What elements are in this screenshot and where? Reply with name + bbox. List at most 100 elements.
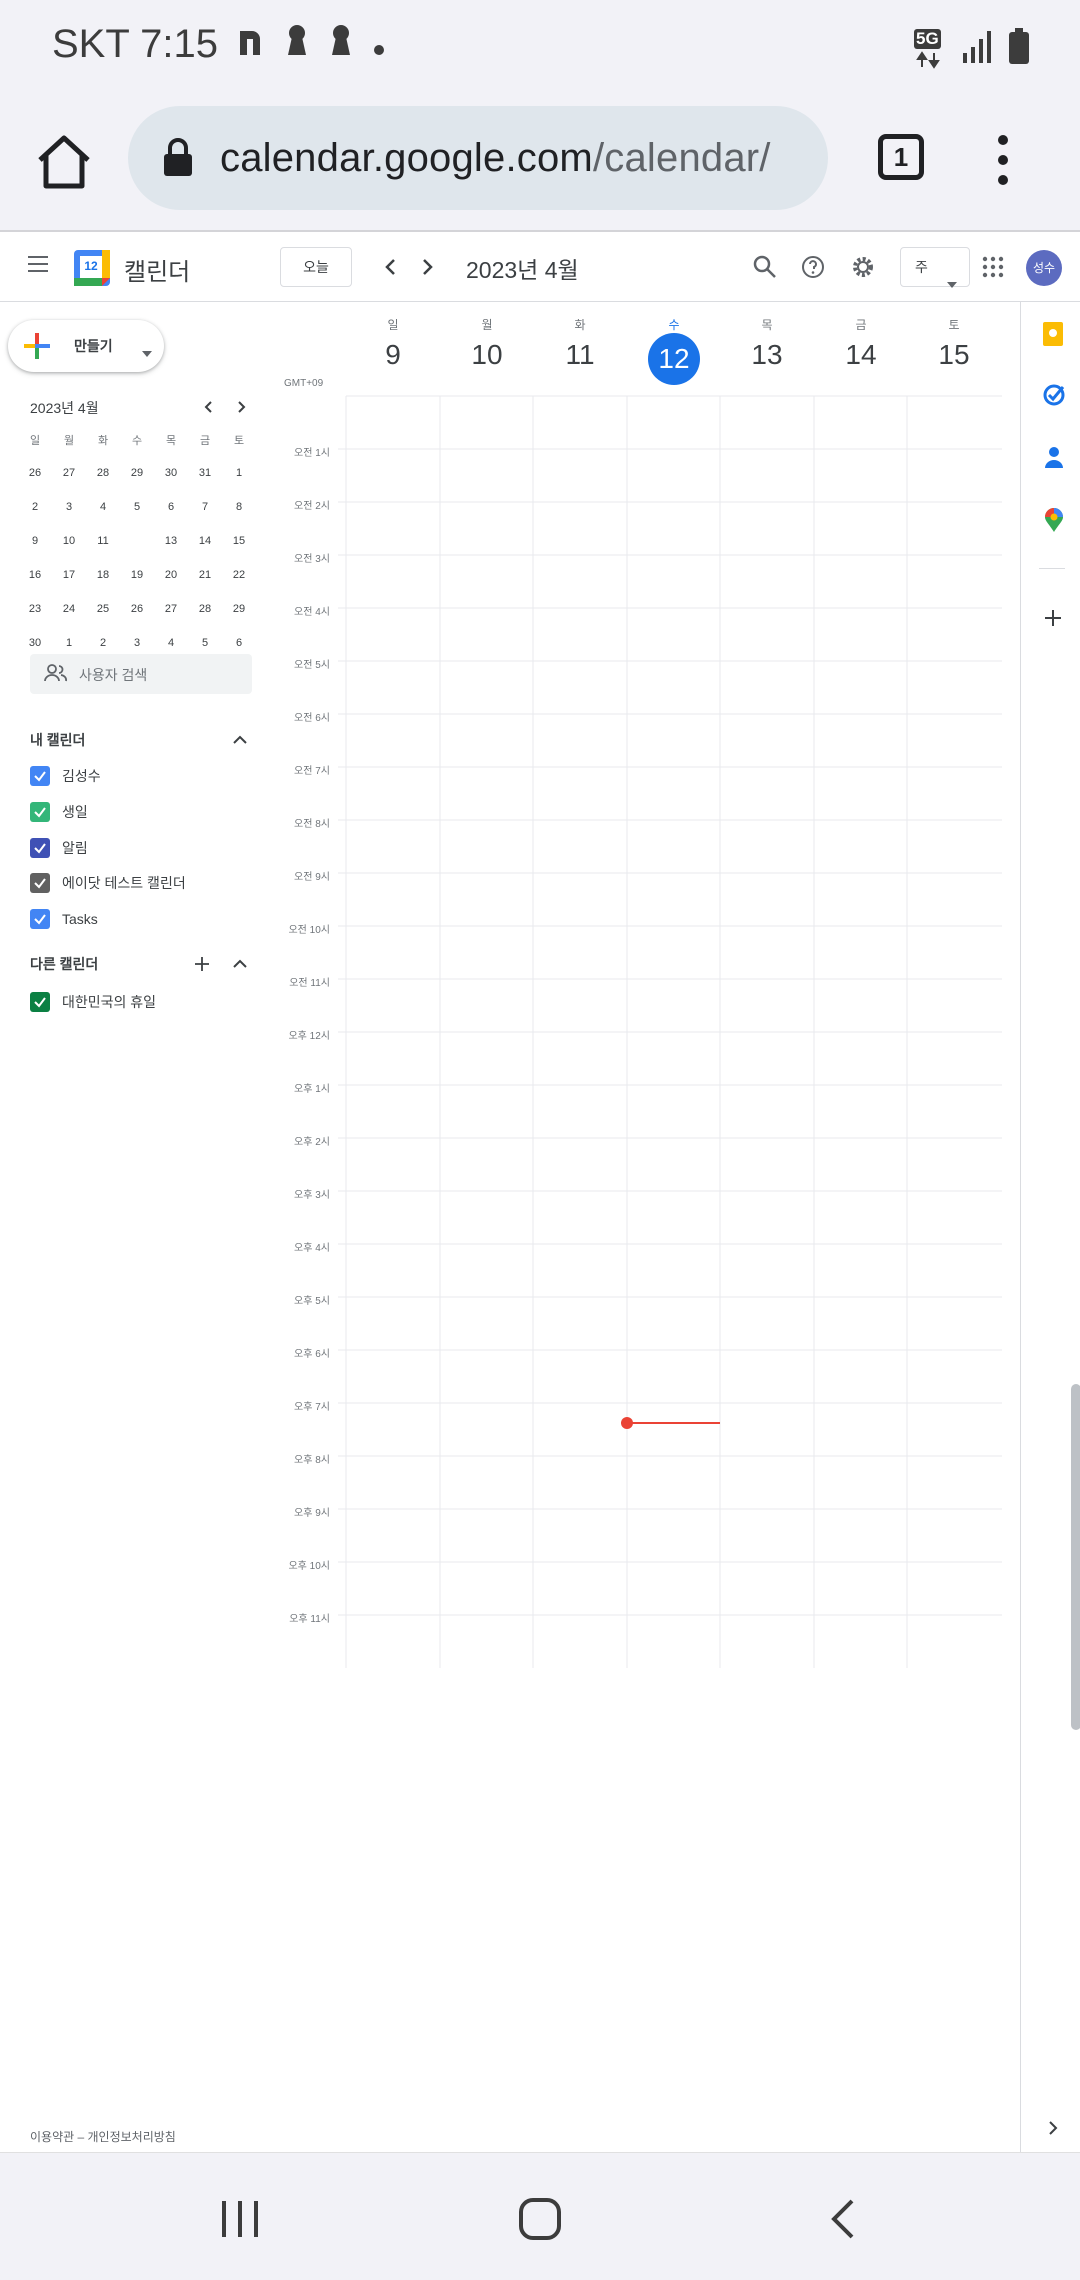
- search-button[interactable]: [752, 254, 778, 280]
- mini-calendar-next-button[interactable]: [232, 398, 250, 416]
- hour-label: 오전 6시: [294, 713, 330, 724]
- mini-day[interactable]: 26: [120, 598, 154, 620]
- mini-day[interactable]: 5: [120, 496, 154, 518]
- google-apps-button[interactable]: [982, 256, 1004, 278]
- home-nav-button[interactable]: [518, 2197, 562, 2241]
- mini-day[interactable]: 22: [222, 564, 256, 586]
- calendar-list-item[interactable]: 에이닷 테스트 캘린더: [30, 873, 186, 893]
- more-notifications-dot-icon: [372, 22, 386, 67]
- mini-day[interactable]: 7: [188, 496, 222, 518]
- mini-day[interactable]: 27: [154, 598, 188, 620]
- other-calendars-collapse-button[interactable]: [230, 954, 250, 974]
- checkbox-checked-icon[interactable]: [30, 838, 50, 858]
- mini-day[interactable]: 18: [86, 564, 120, 586]
- mini-day[interactable]: 23: [18, 598, 52, 620]
- back-nav-button[interactable]: [826, 2197, 858, 2241]
- checkbox-checked-icon[interactable]: [30, 873, 50, 893]
- mini-day[interactable]: 6: [222, 632, 256, 654]
- contacts-button[interactable]: [1045, 446, 1063, 468]
- footer-links[interactable]: 이용약관 – 개인정보처리방침: [30, 2128, 176, 2145]
- mini-day[interactable]: 16: [18, 564, 52, 586]
- mini-day[interactable]: 4: [154, 632, 188, 654]
- tab-switcher-button[interactable]: 1: [878, 134, 924, 180]
- tasks-button[interactable]: [1043, 384, 1065, 406]
- mini-day[interactable]: 5: [188, 632, 222, 654]
- help-button[interactable]: [800, 254, 826, 280]
- checkbox-checked-icon[interactable]: [30, 992, 50, 1012]
- previous-week-button[interactable]: [378, 254, 404, 280]
- checkbox-checked-icon[interactable]: [30, 766, 50, 786]
- settings-button[interactable]: [850, 254, 876, 280]
- mini-day[interactable]: 3: [52, 496, 86, 518]
- account-avatar[interactable]: 성수: [1026, 250, 1062, 286]
- expand-panel-button[interactable]: [1045, 2120, 1061, 2136]
- mini-day[interactable]: 8: [222, 496, 256, 518]
- hour-label: 오후 6시: [294, 1349, 330, 1360]
- mini-calendar-week: 16 17 18 19 20 21 22: [18, 564, 258, 586]
- view-selector[interactable]: 주: [900, 247, 970, 288]
- mini-day[interactable]: 19: [120, 564, 154, 586]
- recent-apps-button[interactable]: [218, 2199, 262, 2239]
- calendar-list-item[interactable]: 김성수: [30, 766, 101, 786]
- app-title: 캘린더: [124, 259, 191, 286]
- home-button[interactable]: [32, 130, 96, 194]
- mini-day[interactable]: 21: [188, 564, 222, 586]
- mini-day[interactable]: 10: [52, 530, 86, 552]
- time-grid[interactable]: [280, 302, 1020, 1672]
- keep-button[interactable]: [1043, 322, 1063, 346]
- mini-day[interactable]: 15: [222, 530, 256, 552]
- mini-day[interactable]: 11: [86, 530, 120, 552]
- mini-day[interactable]: 9: [18, 530, 52, 552]
- next-week-button[interactable]: [414, 254, 440, 280]
- today-button[interactable]: 오늘: [280, 247, 352, 287]
- mini-day[interactable]: 1: [52, 632, 86, 654]
- mini-day[interactable]: 26: [18, 462, 52, 484]
- add-other-calendar-button[interactable]: [192, 954, 212, 974]
- mini-day[interactable]: 13: [154, 530, 188, 552]
- mini-day[interactable]: 30: [154, 462, 188, 484]
- keyhole-notification-icon: [284, 22, 310, 67]
- mini-day[interactable]: 29: [222, 598, 256, 620]
- hour-label: 오후 7시: [294, 1402, 330, 1413]
- mini-day[interactable]: 6: [154, 496, 188, 518]
- mini-day[interactable]: 29: [120, 462, 154, 484]
- mini-calendar-week: 23 24 25 26 27 28 29: [18, 598, 258, 620]
- plus-icon: [192, 957, 212, 978]
- maps-button[interactable]: [1045, 508, 1063, 532]
- mini-day[interactable]: 4: [86, 496, 120, 518]
- my-calendars-collapse-button[interactable]: [230, 730, 250, 750]
- mini-day[interactable]: 24: [52, 598, 86, 620]
- address-bar[interactable]: calendar.google.com/calendar/: [128, 106, 828, 210]
- mini-day-today[interactable]: 12: [120, 530, 154, 552]
- checkbox-checked-icon[interactable]: [30, 909, 50, 929]
- mini-day[interactable]: 14: [188, 530, 222, 552]
- my-calendars-title[interactable]: 내 캘린더: [30, 730, 85, 750]
- other-calendars-title[interactable]: 다른 캘린더: [30, 954, 98, 974]
- mini-day[interactable]: 30: [18, 632, 52, 654]
- mini-day[interactable]: 28: [188, 598, 222, 620]
- browser-menu-button[interactable]: [988, 130, 1018, 190]
- main-menu-button[interactable]: [26, 254, 52, 280]
- calendar-list-item[interactable]: 대한민국의 휴일: [30, 992, 156, 1012]
- calendar-list-item[interactable]: 생일: [30, 802, 88, 822]
- mini-day[interactable]: 27: [52, 462, 86, 484]
- checkbox-checked-icon[interactable]: [30, 802, 50, 822]
- mini-day[interactable]: 17: [52, 564, 86, 586]
- mini-day[interactable]: 25: [86, 598, 120, 620]
- calendar-list-item[interactable]: 알림: [30, 838, 88, 858]
- people-search-input[interactable]: 사용자 검색: [30, 654, 252, 694]
- mini-day[interactable]: 3: [120, 632, 154, 654]
- mini-day[interactable]: 2: [18, 496, 52, 518]
- vertical-scrollbar[interactable]: [1071, 1384, 1080, 1730]
- mini-day[interactable]: 20: [154, 564, 188, 586]
- calendar-logo[interactable]: 12: [74, 250, 110, 286]
- mini-weekday: 월: [63, 435, 75, 447]
- mini-calendar-prev-button[interactable]: [200, 398, 218, 416]
- mini-day[interactable]: 1: [222, 462, 256, 484]
- create-button[interactable]: 만들기: [8, 320, 164, 372]
- mini-day[interactable]: 2: [86, 632, 120, 654]
- mini-day[interactable]: 31: [188, 462, 222, 484]
- calendar-list-item[interactable]: Tasks: [30, 909, 98, 929]
- get-addons-button[interactable]: [1043, 608, 1063, 628]
- mini-day[interactable]: 28: [86, 462, 120, 484]
